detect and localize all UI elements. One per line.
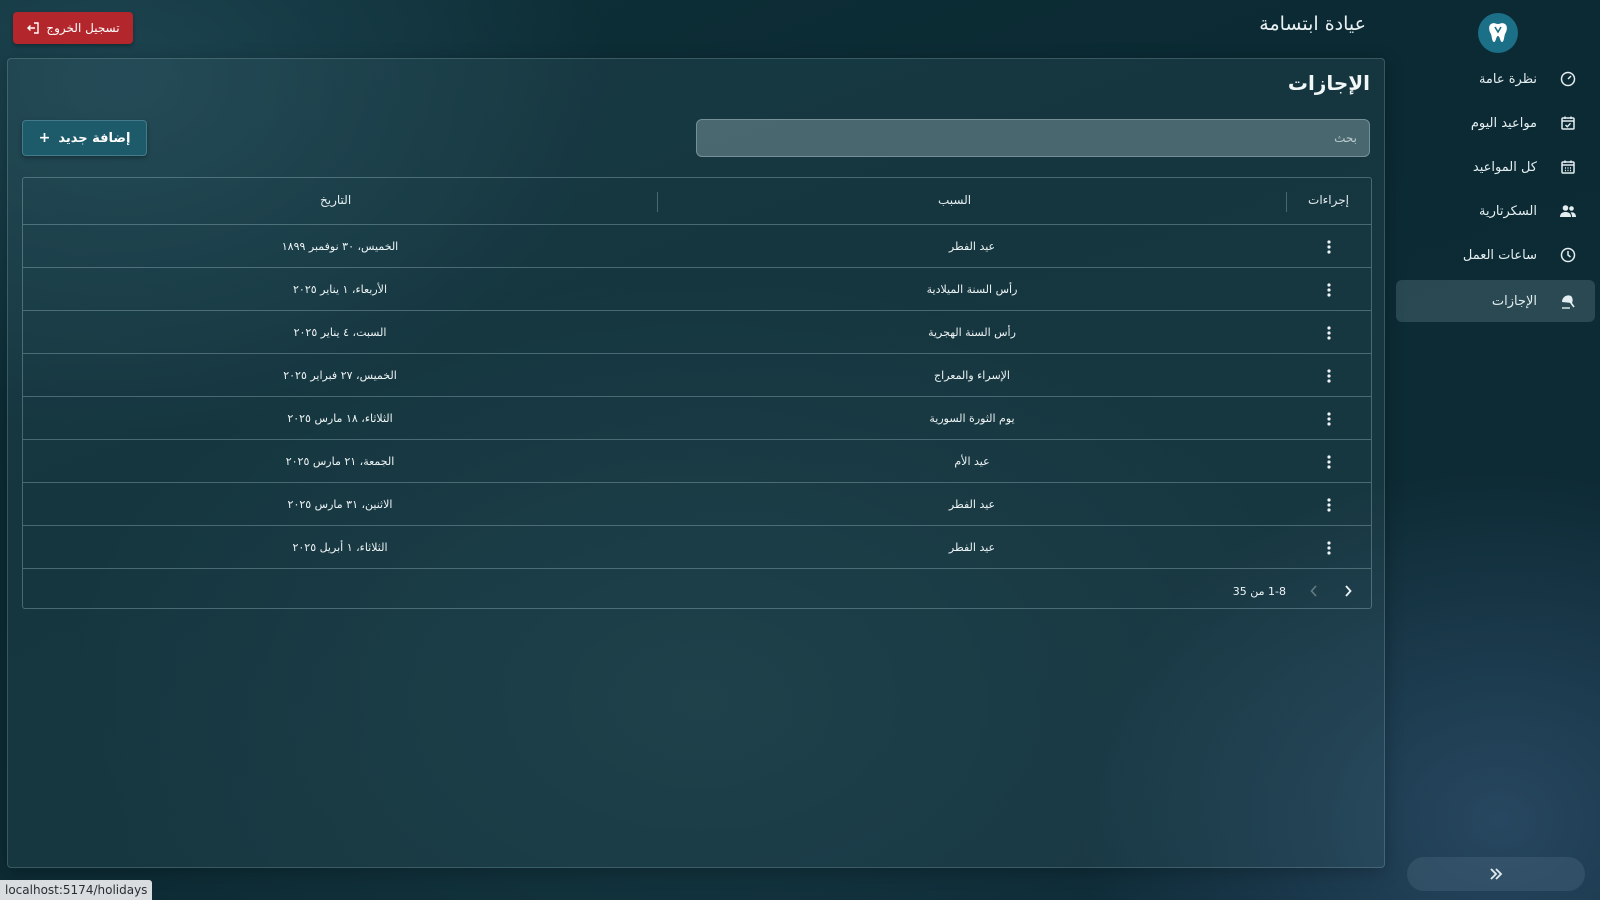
table-row[interactable]: الخميس، ٢٧ فبراير ٢٠٢٥ الإسراء والمعراج bbox=[23, 354, 1371, 397]
reason-cell: عيد الفطر bbox=[948, 498, 996, 511]
logout-label: تسجيل الخروج bbox=[46, 21, 120, 35]
logout-button[interactable]: تسجيل الخروج bbox=[13, 12, 133, 44]
reason-cell: الإسراء والمعراج bbox=[934, 369, 1010, 382]
next-page-button[interactable] bbox=[1339, 582, 1357, 600]
row-actions-menu-button[interactable] bbox=[1301, 225, 1357, 268]
date-cell: الأربعاء، ١ يناير ٢٠٢٥ bbox=[293, 283, 388, 296]
row-actions-menu-button[interactable] bbox=[1301, 483, 1357, 526]
date-cell: الخميس، ٣٠ نوفمبر ١٨٩٩ bbox=[281, 240, 399, 253]
reason-cell: عيد الأم bbox=[954, 455, 990, 468]
add-new-button[interactable]: إضافة جديد + bbox=[22, 120, 147, 156]
table-row[interactable]: السبت، ٤ يناير ٢٠٢٥ رأس السنة الهجرية bbox=[23, 311, 1371, 354]
date-cell: الثلاثاء، ١ أبريل ٢٠٢٥ bbox=[292, 541, 388, 554]
date-cell: الخميس، ٢٧ فبراير ٢٠٢٥ bbox=[283, 369, 397, 382]
table-row[interactable]: الثلاثاء، ١ أبريل ٢٠٢٥ عيد الفطر bbox=[23, 526, 1371, 569]
sidebar-item-label: كل المواعيد bbox=[1472, 159, 1537, 175]
date-cell: الثلاثاء، ١٨ مارس ٢٠٢٥ bbox=[287, 412, 393, 425]
kebab-menu-icon bbox=[1327, 411, 1331, 426]
plus-icon: + bbox=[38, 130, 51, 146]
reason-cell: رأس السنة الميلادية bbox=[926, 283, 1018, 296]
clock-icon bbox=[1559, 246, 1577, 264]
column-header-reason[interactable]: السبب bbox=[938, 193, 971, 207]
dashboard-gauge-icon bbox=[1559, 70, 1577, 88]
reason-cell: رأس السنة الهجرية bbox=[928, 326, 1016, 339]
sidebar-item-all-appointments[interactable]: كل المواعيد bbox=[1396, 146, 1595, 188]
app-title: عيادة ابتسامة bbox=[1259, 13, 1366, 35]
double-chevron-right-icon bbox=[1490, 868, 1503, 880]
column-header-date[interactable]: التاريخ bbox=[320, 193, 351, 207]
sidebar-item-label: السكرتارية bbox=[1479, 203, 1537, 219]
calendar-check-icon bbox=[1559, 114, 1577, 132]
sidebar-item-secretaries[interactable]: السكرتارية bbox=[1396, 190, 1595, 232]
sidebar-item-overview[interactable]: نظرة عامة bbox=[1396, 58, 1595, 100]
status-bar-url: localhost:5174/holidays bbox=[0, 880, 153, 900]
sidebar-collapse-button[interactable] bbox=[1407, 857, 1585, 891]
row-actions-menu-button[interactable] bbox=[1301, 397, 1357, 440]
search-input[interactable] bbox=[696, 119, 1370, 157]
row-actions-menu-button[interactable] bbox=[1301, 440, 1357, 483]
previous-page-button[interactable] bbox=[1305, 582, 1323, 600]
people-icon bbox=[1559, 202, 1577, 220]
chevron-right-icon bbox=[1345, 585, 1352, 597]
kebab-menu-icon bbox=[1327, 497, 1331, 512]
holidays-card: الإجازات إضافة جديد + إجراءات السبب التا… bbox=[7, 58, 1385, 868]
column-separator bbox=[1286, 192, 1287, 212]
sidebar-item-label: نظرة عامة bbox=[1478, 71, 1537, 87]
row-actions-menu-button[interactable] bbox=[1301, 526, 1357, 569]
clinic-logo[interactable] bbox=[1478, 13, 1518, 53]
sidebar-item-label: ساعات العمل bbox=[1462, 247, 1537, 263]
pagination-range: 1-8 من 35 bbox=[1232, 585, 1286, 598]
sidebar-item-holidays[interactable]: الإجازات bbox=[1396, 280, 1595, 322]
sidebar-item-today-appointments[interactable]: مواعيد اليوم bbox=[1396, 102, 1595, 144]
kebab-menu-icon bbox=[1327, 540, 1331, 555]
holidays-table: إجراءات السبب التاريخ الخميس، ٣٠ نوفمبر … bbox=[22, 177, 1372, 609]
page-title: الإجازات bbox=[1287, 71, 1370, 95]
table-pagination: 1-8 من 35 bbox=[23, 573, 1371, 610]
row-actions-menu-button[interactable] bbox=[1301, 311, 1357, 354]
logout-icon bbox=[27, 22, 40, 34]
reason-cell: يوم الثورة السورية bbox=[929, 412, 1015, 425]
reason-cell: عيد الفطر bbox=[948, 240, 996, 253]
table-row[interactable]: الخميس، ٣٠ نوفمبر ١٨٩٩ عيد الفطر bbox=[23, 225, 1371, 268]
table-row[interactable]: الثلاثاء، ١٨ مارس ٢٠٢٥ يوم الثورة السوري… bbox=[23, 397, 1371, 440]
column-header-actions[interactable]: إجراءات bbox=[1308, 193, 1349, 207]
kebab-menu-icon bbox=[1327, 325, 1331, 340]
table-row[interactable]: الاثنين، ٣١ مارس ٢٠٢٥ عيد الفطر bbox=[23, 483, 1371, 526]
kebab-menu-icon bbox=[1327, 454, 1331, 469]
date-cell: السبت، ٤ يناير ٢٠٢٥ bbox=[293, 326, 387, 339]
reason-cell: عيد الفطر bbox=[948, 541, 996, 554]
column-separator bbox=[657, 192, 658, 212]
add-new-label: إضافة جديد bbox=[58, 130, 131, 146]
kebab-menu-icon bbox=[1327, 282, 1331, 297]
table-row[interactable]: الجمعة، ٢١ مارس ٢٠٢٥ عيد الأم bbox=[23, 440, 1371, 483]
table-row[interactable]: الأربعاء، ١ يناير ٢٠٢٥ رأس السنة الميلاد… bbox=[23, 268, 1371, 311]
chevron-left-icon bbox=[1310, 585, 1317, 597]
calendar-icon bbox=[1559, 158, 1577, 176]
row-actions-menu-button[interactable] bbox=[1301, 354, 1357, 397]
date-cell: الاثنين، ٣١ مارس ٢٠٢٥ bbox=[287, 498, 393, 511]
tooth-logo-icon bbox=[1489, 23, 1507, 42]
sidebar: نظرة عامة مواعيد اليوم كل المواعيد السكر… bbox=[1390, 0, 1600, 900]
beach-umbrella-icon bbox=[1559, 292, 1577, 310]
sidebar-item-label: الإجازات bbox=[1491, 293, 1537, 309]
sidebar-item-label: مواعيد اليوم bbox=[1470, 115, 1537, 131]
kebab-menu-icon bbox=[1327, 368, 1331, 383]
kebab-menu-icon bbox=[1327, 239, 1331, 254]
date-cell: الجمعة، ٢١ مارس ٢٠٢٥ bbox=[285, 455, 395, 468]
row-actions-menu-button[interactable] bbox=[1301, 268, 1357, 311]
sidebar-item-working-hours[interactable]: ساعات العمل bbox=[1396, 234, 1595, 276]
table-header: إجراءات السبب التاريخ bbox=[23, 178, 1371, 225]
